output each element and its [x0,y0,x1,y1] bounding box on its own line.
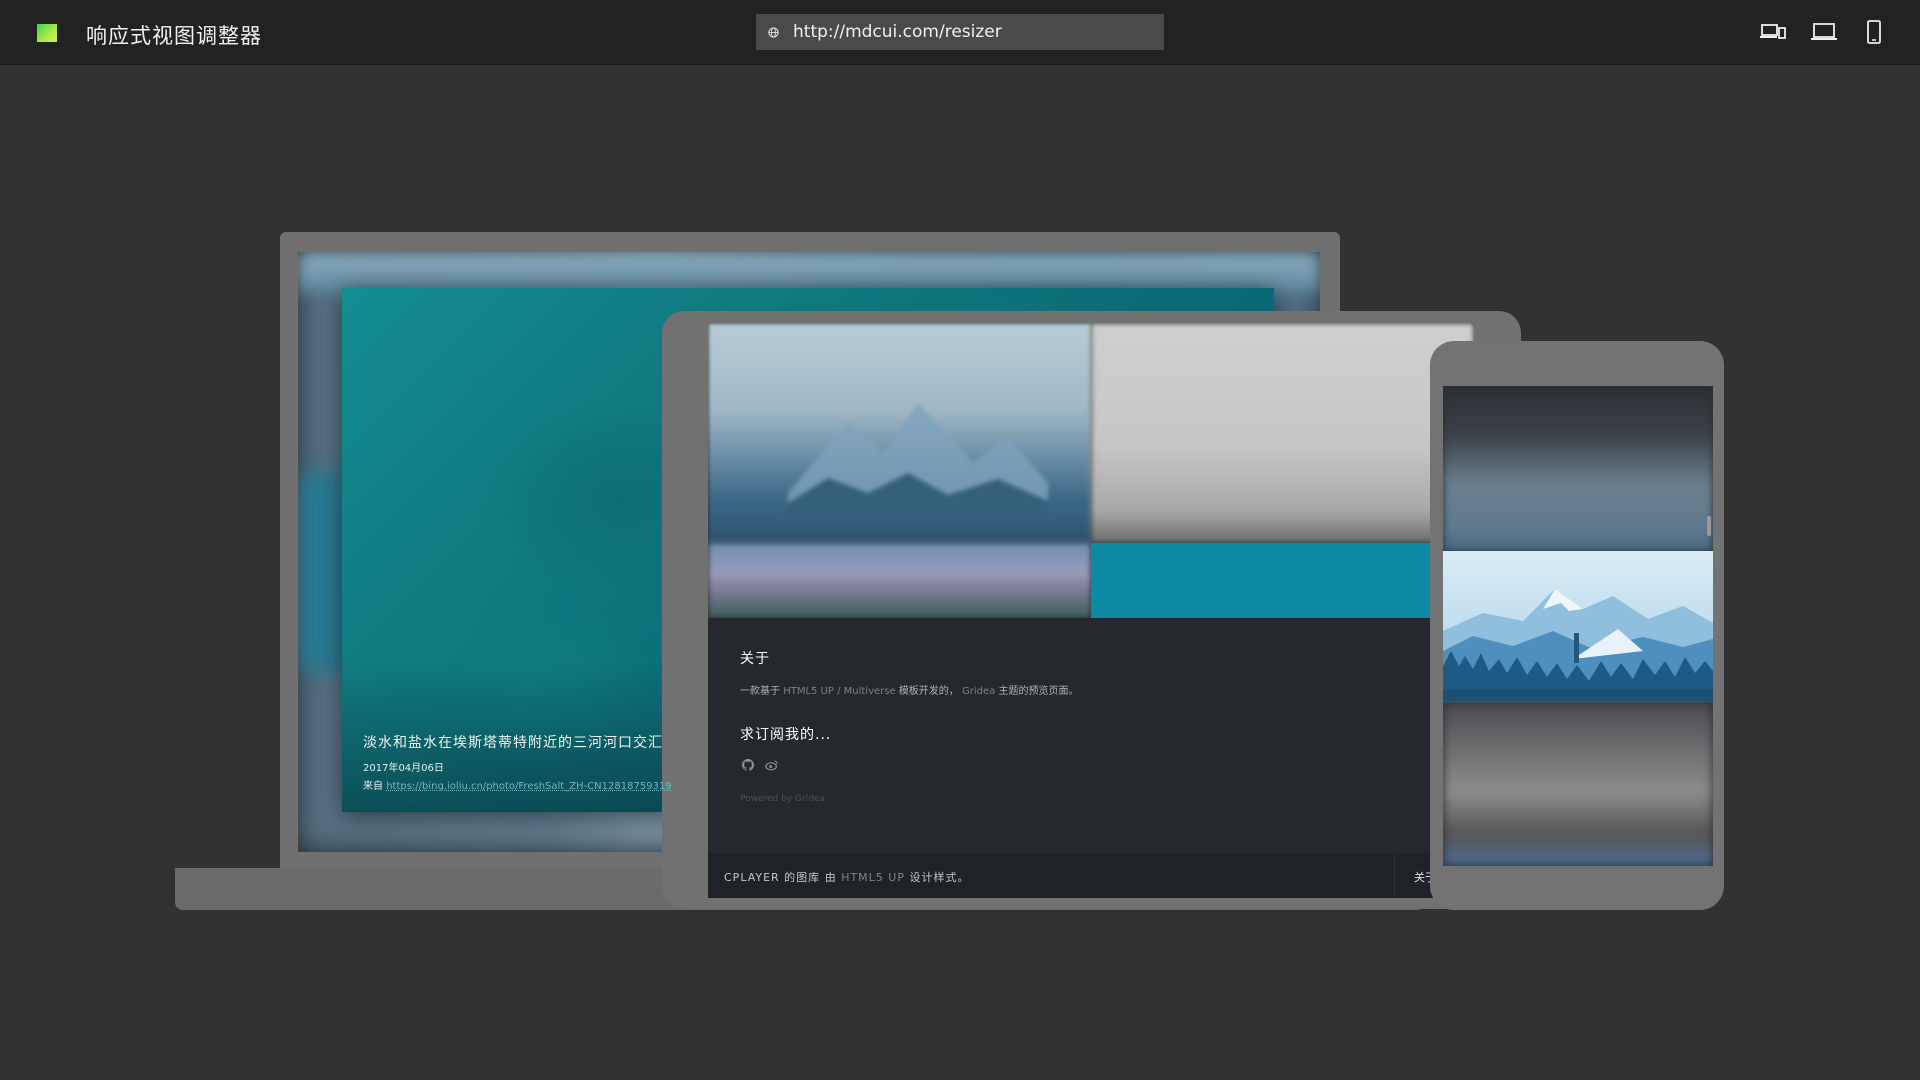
about-theme-link[interactable]: Gridea [962,686,995,697]
subscribe-title: 求订阅我的... [740,727,832,743]
laptop-icon [1811,23,1837,40]
url-text[interactable]: http://mdcui.com/resizer [793,22,1002,42]
powered-by: Powered by Gridea [740,794,825,804]
footer-suffix: 设计样式。 [909,871,970,884]
footer-template-link[interactable]: HTML5 UP [841,871,905,884]
photo-caption: 淡水和盐水在埃斯塔蒂特附近的三河河口交汇 [363,735,663,751]
tablet-screen: 关于 一款基于 HTML5 UP / Multiverse 模板开发的， Gri… [708,323,1474,898]
photo-source-link[interactable]: https://bing.ioliu.cn/photo/FreshSalt_ZH… [386,781,671,792]
globe-icon [768,27,779,38]
photo-source: 来自 https://bing.ioliu.cn/photo/FreshSalt… [363,777,672,792]
about-panel: 关于 一款基于 HTML5 UP / Multiverse 模板开发的， Gri… [708,618,1474,858]
smartphone-icon [1867,20,1881,44]
footer-credit: CPLAYER 的图库 由 HTML5 UP 设计样式。 [724,869,969,885]
phone-view-button[interactable] [1860,20,1888,44]
gallery-thumb-grey[interactable] [1091,323,1474,543]
laptop-blurred-top [298,252,1320,292]
about-desc-part: 模板开发的， [898,686,959,697]
mountain-illustration [788,403,1048,523]
github-icon[interactable] [740,758,756,772]
gallery-thumb-teal[interactable] [1091,543,1474,618]
devices-icon [1760,24,1786,39]
about-description: 一款基于 HTML5 UP / Multiverse 模板开发的， Gridea… [740,682,1078,697]
footer-divider [1394,853,1395,898]
about-desc-part: 主题的预览页面。 [998,686,1079,697]
photo-date: 2017年04月06日 [363,763,444,774]
top-bar: 响应式视图调整器 http://mdcui.com/resizer [0,0,1920,65]
about-title: 关于 [740,651,770,667]
phone-mountain-illustration[interactable] [1443,551,1713,703]
gallery-thumb-sky[interactable] [708,543,1091,618]
photo-source-prefix: 来自 [363,781,383,792]
phone-blurred-header [1443,386,1713,551]
responsive-view-button[interactable] [1760,20,1788,44]
gallery-thumb-mountains[interactable] [708,323,1091,543]
app-logo [37,24,57,42]
footer-brand: CPLAYER 的图库 [724,871,821,884]
laptop-view-button[interactable] [1810,20,1838,44]
app-title: 响应式视图调整器 [86,24,262,48]
site-footer: CPLAYER 的图库 由 HTML5 UP 设计样式。 关于 [708,853,1474,898]
phone-blurred-footer [1443,703,1713,866]
footer-by: 由 [824,871,837,884]
about-desc-part: 一款基于 [740,686,780,697]
phone-screen [1443,386,1713,866]
phone-scrollbar[interactable] [1707,516,1711,536]
weibo-icon[interactable] [764,758,780,772]
about-template-link[interactable]: HTML5 UP / Multiverse [783,686,895,697]
url-bar[interactable]: http://mdcui.com/resizer [756,14,1164,50]
